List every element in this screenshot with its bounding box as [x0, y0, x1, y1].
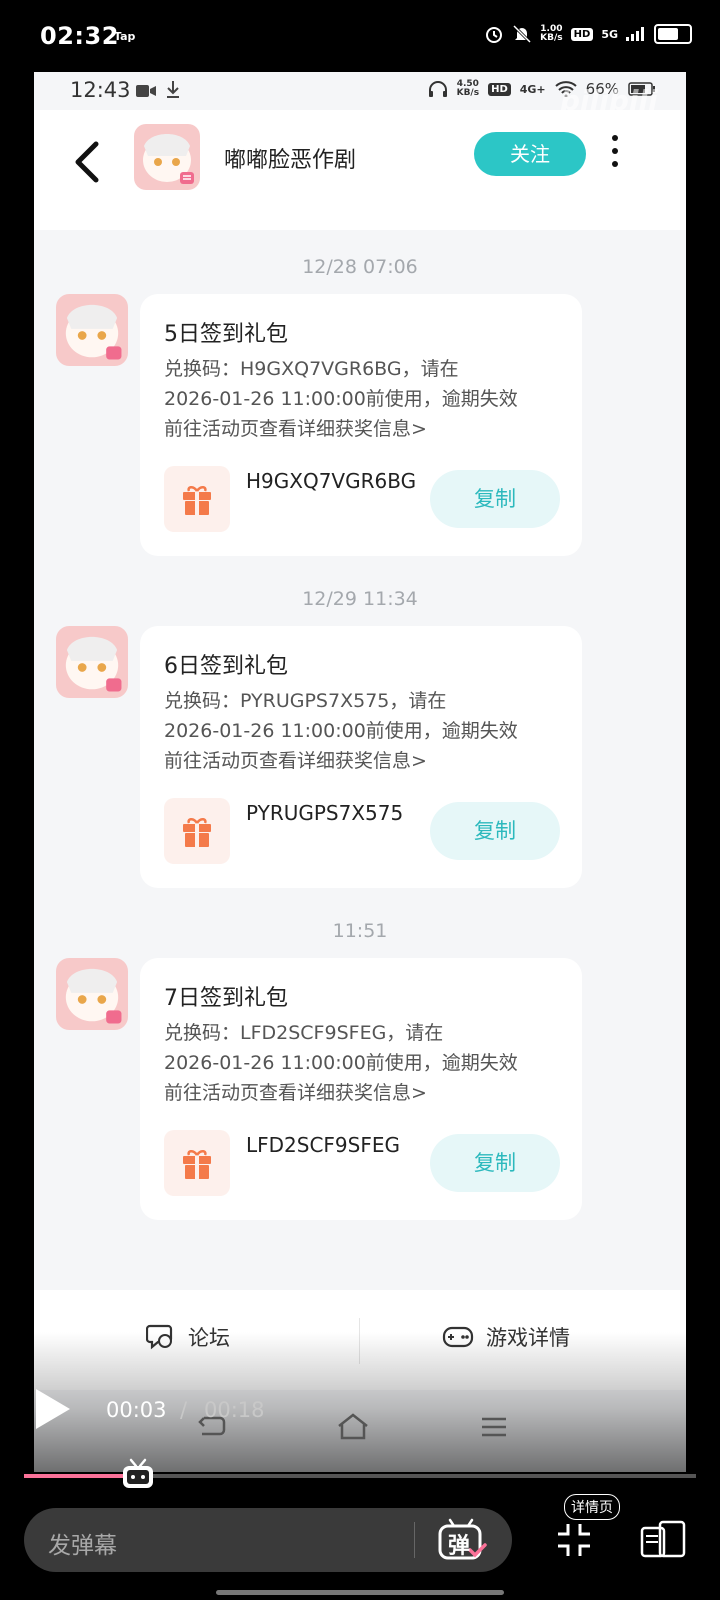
gift-title: 6日签到礼包 — [164, 654, 288, 679]
inner-hd-badge: HD — [488, 82, 511, 96]
gift-title: 5日签到礼包 — [164, 322, 288, 347]
redeem-code: PYRUGPS7X575 — [246, 801, 404, 825]
bilibili-watermark: bilibili — [560, 84, 658, 117]
message-avatar[interactable] — [56, 958, 128, 1030]
danmaku-toggle-button[interactable]: 弹 — [434, 1516, 490, 1564]
outer-hd-badge: HD — [570, 27, 594, 41]
inner-network-label: 4G+ — [519, 82, 546, 96]
back-button[interactable] — [72, 140, 102, 191]
mute-bell-icon — [513, 24, 532, 44]
home-nav-icon[interactable] — [336, 1412, 370, 1440]
landscape-switch-button[interactable] — [640, 1520, 686, 1564]
gift-description[interactable]: 兑换码：LFD2SCF9SFEG，请在 2026-01-26 11:00:00前使… — [164, 1018, 574, 1108]
gift-icon — [183, 818, 211, 847]
play-button[interactable] — [32, 1386, 72, 1436]
screen-rotate-icon — [640, 1520, 686, 1558]
page-title: 嘟嘟脸恶作剧 — [224, 148, 357, 173]
danmaku-input[interactable]: 发弹幕 弹 — [24, 1508, 512, 1572]
more-dot-icon — [612, 135, 618, 141]
tv-mascot-icon — [123, 1458, 154, 1488]
fullscreen-exit-icon — [558, 1524, 590, 1556]
current-time: 00:03 — [106, 1398, 167, 1422]
gift-description[interactable]: 兑换码：H9GXQ7VGR6BG，请在 2026-01-26 11:00:00前使… — [164, 354, 574, 444]
detail-page-label[interactable]: 详情页 — [564, 1494, 620, 1520]
redeem-code: H9GXQ7VGR6BG — [246, 469, 417, 493]
gift-message-card: 6日签到礼包 兑换码：PYRUGPS7X575，请在 2026-01-26 11:… — [140, 626, 582, 888]
follow-button[interactable]: 关注 — [474, 132, 586, 176]
fullscreen-exit-button[interactable] — [556, 1522, 592, 1562]
home-indicator[interactable] — [216, 1590, 504, 1595]
chevron-left-icon — [75, 141, 99, 183]
total-time: 00:18 — [204, 1398, 265, 1422]
gift-icon — [183, 486, 211, 515]
signal-icon — [626, 27, 644, 41]
inner-status-time: 12:43 — [70, 78, 131, 102]
download-icon — [167, 81, 179, 98]
message-timestamp: 11:51 — [332, 920, 388, 942]
outer-status-bar: 02:32 Tap 1.00 KB/s HD 5G — [0, 0, 720, 72]
battery-icon — [654, 24, 692, 44]
gift-message-card: 7日签到礼包 兑换码：LFD2SCF9SFEG，请在 2026-01-26 11:… — [140, 958, 582, 1220]
copy-button[interactable]: 复制 — [430, 802, 560, 860]
message-avatar[interactable] — [56, 626, 128, 698]
danmaku-button-label: 弹 — [448, 1534, 471, 1559]
gift-icon-box — [164, 1130, 230, 1196]
phone-screen: 12:43 4.50 KB/s HD 4G+ 66% 嘟嘟脸恶作剧 关注 12/2… — [34, 72, 686, 1472]
alarm-icon — [486, 27, 503, 43]
outer-status-tap-label: Tap — [114, 30, 136, 43]
inner-network-speed: 4.50 KB/s — [456, 79, 480, 98]
copy-button[interactable]: 复制 — [430, 470, 560, 528]
gift-title: 7日签到礼包 — [164, 986, 288, 1011]
gift-message-card: 5日签到礼包 兑换码：H9GXQ7VGR6BG，请在 2026-01-26 11:… — [140, 294, 582, 556]
more-dot-icon — [612, 148, 618, 154]
more-options-button[interactable] — [612, 135, 622, 174]
game-avatar[interactable] — [134, 124, 200, 190]
headphones-icon — [428, 81, 447, 97]
video-camera-icon — [136, 85, 156, 97]
time-separator: / — [180, 1398, 188, 1422]
danmaku-divider — [414, 1522, 415, 1558]
copy-button[interactable]: 复制 — [430, 1134, 560, 1192]
more-dot-icon — [612, 161, 618, 167]
outer-status-icons: 1.00 KB/s HD 5G — [484, 24, 692, 44]
outer-status-time: 02:32 — [40, 22, 119, 50]
play-icon — [36, 1389, 70, 1429]
gift-icon-box — [164, 466, 230, 532]
message-timestamp: 12/29 11:34 — [302, 588, 418, 610]
gift-icon-box — [164, 798, 230, 864]
redeem-code: LFD2SCF9SFEG — [246, 1133, 400, 1157]
gift-icon — [183, 1150, 211, 1179]
menu-nav-icon[interactable] — [480, 1416, 508, 1438]
danmaku-placeholder: 发弹幕 — [48, 1533, 117, 1559]
message-avatar[interactable] — [56, 294, 128, 366]
message-timestamp: 12/28 07:06 — [302, 256, 418, 278]
outer-network-speed: 1.00 KB/s — [540, 24, 563, 43]
previous-message-card — [140, 190, 580, 224]
gift-description[interactable]: 兑换码：PYRUGPS7X575，请在 2026-01-26 11:00:00前使… — [164, 686, 574, 776]
outer-network-label: 5G — [601, 27, 618, 41]
progress-thumb[interactable] — [121, 1458, 155, 1490]
